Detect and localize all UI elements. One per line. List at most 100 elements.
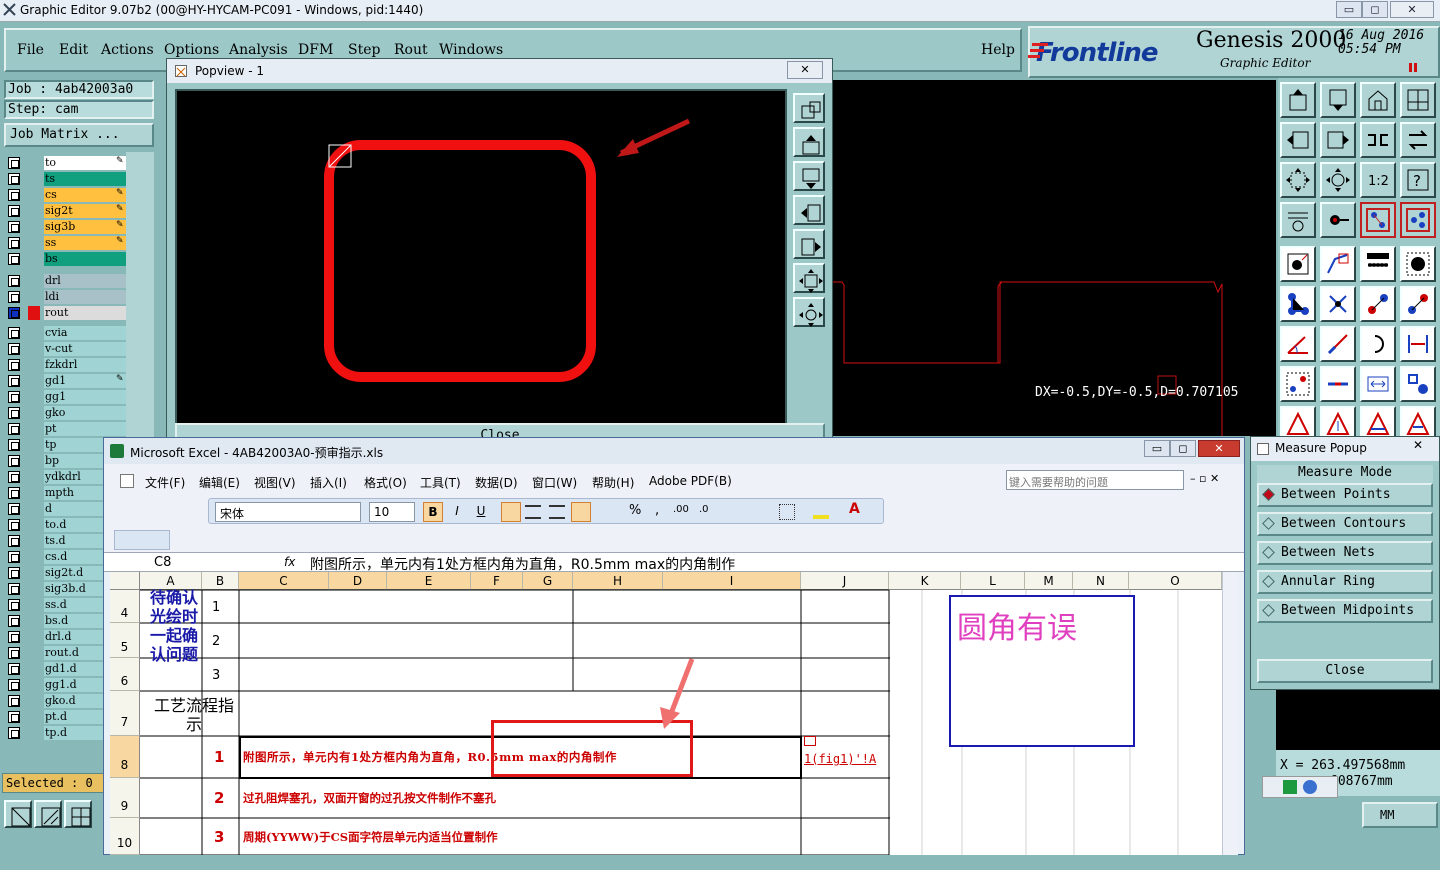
layer-checkbox[interactable] [8, 359, 20, 371]
menu-windows[interactable]: Windows [439, 42, 503, 58]
menu-actions[interactable]: Actions [101, 42, 154, 58]
excel-close-button[interactable]: ✕ [1198, 440, 1240, 457]
help-search-input[interactable]: 键入需要帮助的问题 [1006, 470, 1184, 490]
popview-close-x-icon[interactable]: ✕ [787, 61, 823, 79]
layer-checkbox[interactable] [8, 307, 20, 319]
layer-name[interactable]: ldi [44, 290, 126, 304]
font-name-select[interactable]: 宋体 [215, 502, 361, 522]
layer-name[interactable]: gg1 [44, 390, 126, 404]
layer-checkbox[interactable] [8, 253, 20, 265]
layer-row-ss[interactable]: ss ✎ [8, 236, 126, 250]
layer-name[interactable]: ss [44, 236, 126, 250]
layer-row-drl[interactable]: drl [8, 274, 126, 288]
select-box-icon[interactable] [1280, 366, 1316, 402]
pop-left-icon[interactable] [793, 195, 825, 225]
snap-icon[interactable] [34, 800, 62, 828]
measure-popup-close-button[interactable]: Close [1257, 659, 1433, 683]
graphic-canvas[interactable]: DX=-0.5,DY=-0.5,D=0.707105 [830, 80, 1276, 436]
layer-row-pt[interactable]: pt [8, 422, 126, 436]
layer-checkbox[interactable] [8, 205, 20, 217]
layer-checkbox[interactable] [8, 157, 20, 169]
cell-c10-text[interactable]: 周期(YYWW)于CS面字符层单元内适当位置制作 [243, 829, 498, 845]
layer-row-cvia[interactable]: cvia [8, 326, 126, 340]
excel-doc-controls[interactable]: – ▫ ✕ [1190, 472, 1219, 485]
settings-icon[interactable] [1280, 202, 1316, 238]
layer-name[interactable]: gd1 [44, 374, 126, 388]
popview-canvas[interactable] [175, 89, 787, 441]
layer-name[interactable]: to [44, 156, 126, 170]
align-left-icon[interactable] [501, 502, 521, 522]
excel-menu-adobe[interactable]: Adobe PDF(B) [649, 474, 732, 488]
excel-menu-insert[interactable]: 插入(I) [310, 474, 347, 491]
layer-row-gd1[interactable]: gd1 ✎ [8, 374, 126, 388]
layer-checkbox[interactable] [8, 615, 20, 627]
mirror-icon[interactable] [1360, 122, 1396, 158]
layer-checkbox[interactable] [8, 503, 20, 515]
excel-minimize-button[interactable]: ▭ [1144, 440, 1170, 457]
excel-vertical-scrollbar[interactable] [1222, 572, 1238, 855]
pop-zoom-icon[interactable] [793, 93, 825, 123]
net-select-icon[interactable] [1400, 202, 1436, 238]
layer-row-sig2t[interactable]: sig2t ✎ [8, 204, 126, 218]
menu-help[interactable]: Help [981, 42, 1015, 58]
circle-pad-icon[interactable] [1400, 246, 1436, 282]
layer-name[interactable]: sig2t [44, 204, 126, 218]
distance-icon[interactable] [1400, 326, 1436, 362]
layer-row-ldi[interactable]: ldi [8, 290, 126, 304]
layer-name[interactable]: cs [44, 188, 126, 202]
layer-name[interactable]: sig3b [44, 220, 126, 234]
layer-checkbox[interactable] [8, 423, 20, 435]
pop-center-icon[interactable] [793, 297, 825, 327]
excel-menu-file[interactable]: 文件(F) [145, 474, 185, 491]
diag-nodes-icon[interactable] [1360, 286, 1396, 322]
layer-row-ts[interactable]: ts [8, 172, 126, 186]
layer-checkbox[interactable] [8, 727, 20, 739]
pop-fit-icon[interactable] [793, 263, 825, 293]
help-icon[interactable]: ? [1400, 162, 1436, 198]
layer-checkbox[interactable] [8, 189, 20, 201]
connect-nodes-icon[interactable] [1280, 286, 1316, 322]
name-box[interactable]: C8 [112, 554, 236, 571]
cluster-icon[interactable] [1400, 366, 1436, 402]
bold-button[interactable]: B [423, 502, 443, 522]
cell-c9-text[interactable]: 过孔阻焊塞孔，双面开窗的过孔按文件制作不塞孔 [243, 790, 496, 806]
net-highlight-icon[interactable] [1360, 202, 1396, 238]
layer-row-gko[interactable]: gko [8, 406, 126, 420]
excel-menu-window[interactable]: 窗口(W) [532, 474, 577, 491]
fill-color-icon[interactable] [813, 515, 829, 519]
note-textbox[interactable]: 圆角有误 [949, 595, 1135, 747]
pad-icon[interactable] [1280, 246, 1316, 282]
layer-checkbox[interactable] [8, 391, 20, 403]
pdf-toolbar[interactable] [114, 530, 170, 550]
measure-popup-close-x-icon[interactable]: ✕ [1413, 438, 1423, 452]
between-midpoints-option[interactable]: Between Midpoints [1257, 599, 1433, 623]
layer-checkbox[interactable] [8, 471, 20, 483]
ruler-icon[interactable] [1360, 246, 1396, 282]
cell-j8-link[interactable]: 1(fig1)'!A [804, 752, 876, 766]
layer-checkbox[interactable] [8, 583, 20, 595]
split-view-icon[interactable] [1400, 82, 1436, 118]
layer-name[interactable]: gko [44, 406, 126, 420]
merge-center-icon[interactable] [571, 502, 591, 522]
layer-checkbox[interactable] [8, 647, 20, 659]
width-icon[interactable] [1360, 366, 1396, 402]
layer-row-to[interactable]: to ✎ [8, 156, 126, 170]
move-up-icon[interactable] [1280, 82, 1316, 118]
layer-checkbox[interactable] [8, 599, 20, 611]
layer-row-cs[interactable]: cs ✎ [8, 188, 126, 202]
layer-name[interactable]: rout [44, 306, 126, 320]
layer-row-gg1[interactable]: gg1 [8, 390, 126, 404]
layer-name[interactable]: bs [44, 252, 126, 266]
font-color-icon[interactable]: A [849, 501, 860, 517]
percent-button[interactable]: % [629, 503, 641, 518]
formula-input[interactable]: 附图所示，单元内有1处方框内角为直角，R0.5mm max的内角制作 [310, 554, 735, 574]
layer-checkbox[interactable] [8, 343, 20, 355]
ime-toolbar[interactable] [1262, 776, 1338, 798]
minimize-button[interactable]: ▭ [1336, 1, 1362, 18]
menu-options[interactable]: Options [164, 42, 219, 58]
slope-icon[interactable] [1320, 326, 1356, 362]
excel-maximize-button[interactable]: ◻ [1170, 440, 1196, 457]
font-size-select[interactable]: 10 [369, 502, 415, 522]
layer-row-v-cut[interactable]: v-cut [8, 342, 126, 356]
layer-checkbox[interactable] [8, 173, 20, 185]
